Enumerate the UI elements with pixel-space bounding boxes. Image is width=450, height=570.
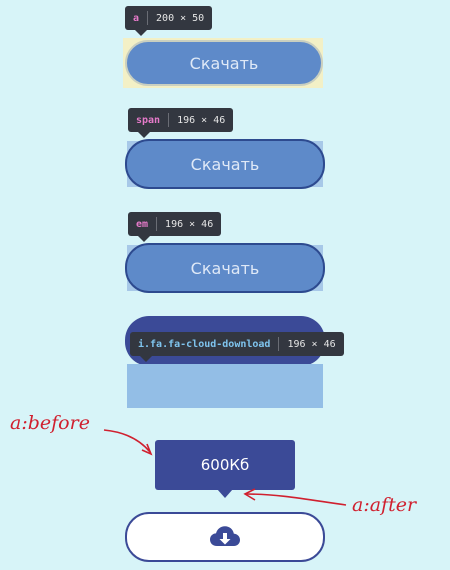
annotation-arrow-after	[243, 488, 347, 506]
cloud-download-button[interactable]	[125, 512, 325, 562]
cloud-download-icon	[209, 525, 241, 549]
